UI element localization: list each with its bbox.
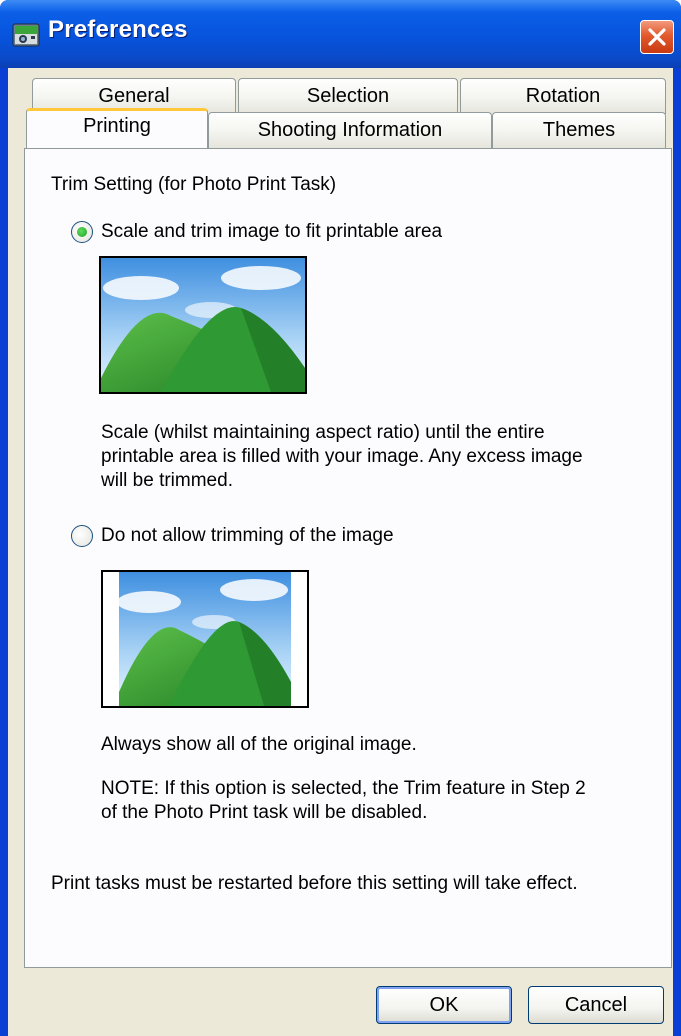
scale-trim-desc-line-1: Scale (whilst maintaining aspect ratio) … [101,422,545,443]
landscape-illustration [101,258,305,392]
title-bar[interactable]: Preferences [0,0,681,68]
tab-themes[interactable]: Themes [492,112,666,148]
dialog-client-area: General Selection Rotation Printing Shoo… [8,68,673,1036]
ok-button[interactable]: OK [376,986,512,1024]
scale-trim-label[interactable]: Scale and trim image to fit printable ar… [101,220,442,244]
scale-trim-preview-image [99,256,307,394]
no-trim-note-line-1: NOTE: If this option is selected, the Tr… [101,778,586,799]
no-trim-note-line-2: of the Photo Print task will be disabled… [101,802,428,823]
cancel-button[interactable]: Cancel [528,986,664,1024]
tab-printing[interactable]: Printing [26,108,208,148]
scale-trim-radio[interactable] [71,221,93,243]
trim-setting-heading: Trim Setting (for Photo Print Task) [51,174,337,195]
landscape-letterboxed-illustration [103,572,307,706]
no-trim-label[interactable]: Do not allow trimming of the image [101,524,394,548]
printing-tab-panel: Trim Setting (for Photo Print Task) Scal… [24,148,672,968]
scale-trim-desc-line-3: will be trimmed. [101,470,233,491]
tab-selection[interactable]: Selection [238,78,458,114]
preferences-app-icon [12,23,40,47]
tab-rotation[interactable]: Rotation [460,78,666,114]
close-icon [648,28,666,46]
window-title: Preferences [48,16,188,43]
preferences-window: Preferences General Selection Rotation P… [0,0,681,1036]
close-button[interactable] [640,20,674,54]
no-trim-preview-image [101,570,309,708]
no-trim-radio[interactable] [71,525,93,547]
scale-trim-desc-line-2: printable area is filled with your image… [101,446,583,467]
tab-shooting-information[interactable]: Shooting Information [208,112,492,148]
no-trim-desc: Always show all of the original image. [101,734,417,755]
radio-selected-dot [77,227,87,237]
restart-footer-note: Print tasks must be restarted before thi… [51,873,578,894]
